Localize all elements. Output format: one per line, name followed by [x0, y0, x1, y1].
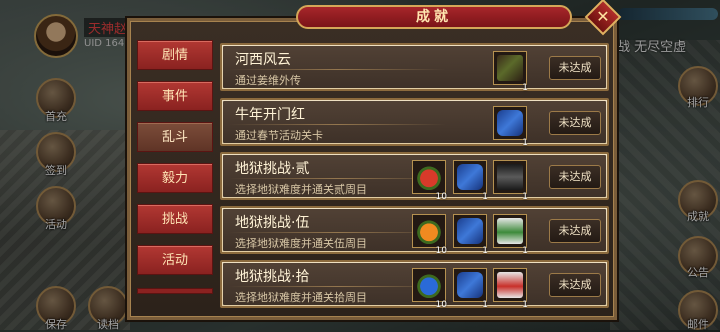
blue-fruit-icon — [416, 272, 442, 298]
red-fruit-icon — [416, 164, 442, 190]
status-button[interactable]: 未达成 — [549, 165, 601, 189]
red-hero-icon — [497, 272, 523, 298]
achievement-row: 牛年开门红 通过春节活动关卡 1 未达成 — [220, 98, 609, 148]
reward-item[interactable]: 10 — [412, 214, 447, 256]
achievement-row: 河西风云 通过姜维外传 1 未达成 — [220, 43, 609, 93]
divider — [229, 69, 446, 70]
reward-item[interactable]: 1 — [493, 51, 528, 93]
tab-event[interactable]: 事件 — [137, 81, 213, 111]
reward-item[interactable]: 1 — [493, 106, 528, 148]
ticket-icon — [457, 164, 483, 190]
achievement-desc: 通过春节活动关卡 — [235, 129, 323, 142]
reward-count: 1 — [522, 83, 528, 93]
close-icon: ✕ — [596, 7, 610, 26]
ticket-icon — [457, 272, 483, 298]
reward-item[interactable]: 1 — [453, 160, 488, 202]
achievement-title: 牛年开门红 — [235, 107, 305, 123]
tab-footer — [137, 288, 213, 294]
status-button[interactable]: 未达成 — [549, 111, 601, 135]
status-button[interactable]: 未达成 — [549, 219, 601, 243]
dialog-title: 成就 — [296, 5, 572, 29]
ticket-icon — [497, 110, 523, 136]
achievement-desc: 通过姜维外传 — [235, 74, 301, 87]
orange-fruit-icon — [416, 218, 442, 244]
tab-perseverance[interactable]: 毅力 — [137, 163, 213, 193]
achievement-desc: 选择地狱难度并通关贰周目 — [235, 183, 367, 196]
achievement-row: 地狱挑战·伍 选择地狱难度并通关伍周目 10 1 1 未达成 — [220, 206, 609, 256]
reward-item[interactable]: 1 — [493, 160, 528, 202]
reward-count: 10 — [435, 300, 447, 310]
tab-challenge[interactable]: 挑战 — [137, 204, 213, 234]
reward-item[interactable]: 10 — [412, 268, 447, 310]
achievement-row: 地狱挑战·贰 选择地狱难度并通关贰周目 10 1 1 未达成 — [220, 152, 609, 202]
reward-item[interactable]: 10 — [412, 160, 447, 202]
reward-item[interactable]: 1 — [493, 214, 528, 256]
category-tabs: 剧情 事件 乱斗 毅力 挑战 活动 — [137, 40, 213, 286]
tab-melee[interactable]: 乱斗 — [137, 122, 213, 152]
reward-count: 1 — [522, 246, 528, 256]
reward-count: 10 — [435, 192, 447, 202]
achievement-row: 地狱挑战·拾 选择地狱难度并通关拾周目 10 1 1 未达成 — [220, 260, 609, 310]
reward-count: 1 — [522, 138, 528, 148]
status-button[interactable]: 未达成 — [549, 273, 601, 297]
reward-count: 1 — [522, 300, 528, 310]
achievement-desc: 选择地狱难度并通关伍周目 — [235, 237, 367, 250]
achievement-title: 河西风云 — [235, 52, 291, 68]
reward-count: 1 — [482, 300, 488, 310]
monster-icon — [497, 164, 523, 190]
reward-count: 10 — [435, 246, 447, 256]
green-hero-icon — [497, 218, 523, 244]
tab-story[interactable]: 剧情 — [137, 40, 213, 70]
tab-activity[interactable]: 活动 — [137, 245, 213, 275]
divider — [229, 124, 446, 125]
achievement-title: 地狱挑战·贰 — [235, 161, 310, 177]
achievement-title: 地狱挑战·伍 — [235, 215, 310, 231]
reward-count: 1 — [482, 192, 488, 202]
ticket-icon — [457, 218, 483, 244]
reward-count: 1 — [522, 192, 528, 202]
reward-item[interactable]: 1 — [493, 268, 528, 310]
achievement-title: 地狱挑战·拾 — [235, 269, 310, 285]
achievement-desc: 选择地狱难度并通关拾周目 — [235, 291, 367, 304]
reward-item[interactable]: 1 — [453, 268, 488, 310]
reward-count: 1 — [482, 246, 488, 256]
weapon-icon — [497, 55, 523, 81]
status-button[interactable]: 未达成 — [549, 56, 601, 80]
reward-item[interactable]: 1 — [453, 214, 488, 256]
